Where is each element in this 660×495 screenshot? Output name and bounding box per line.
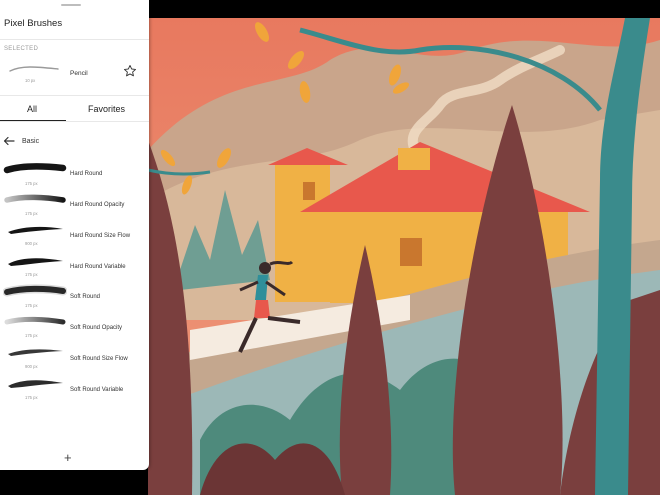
brush-name: Hard Round Variable [70,264,126,270]
section-title: Basic [22,138,40,145]
brush-size: 175 px [25,211,38,216]
brush-name: Hard Round Size Flow [70,233,131,239]
brush-size: 175 px [25,303,38,308]
brush-name: Soft Round [70,294,101,300]
brush-name: Soft Round Variable [70,387,124,393]
brush-stroke-preview [4,316,66,325]
selected-brush-stroke-preview [9,66,59,72]
panel-drag-handle[interactable] [61,4,81,6]
brush-size: 175 px [25,181,38,186]
tab-favorites[interactable]: Favorites [88,104,125,114]
brush-stroke-preview [8,226,63,234]
brush-stroke-preview [8,258,63,266]
selected-label: SELECTED [4,46,39,52]
brush-name: Soft Round Size Flow [70,356,128,362]
brush-size: 900 px [25,364,38,369]
brush-size: 900 px [25,241,38,246]
brushes-panel: Pixel Brushes SELECTED 10 px Pencil All … [0,0,149,470]
brush-name: Soft Round Opacity [70,325,123,331]
brush-name: Hard Round [70,171,103,177]
panel-title: Pixel Brushes [4,18,63,29]
plus-icon[interactable]: + [64,451,72,464]
selected-brush-name: Pencil [70,70,88,77]
brush-size: 175 px [25,272,38,277]
brush-stroke-preview [4,194,66,203]
arrow-left-icon[interactable] [3,136,15,146]
tab-all[interactable]: All [27,104,37,114]
divider [0,121,149,122]
brush-stroke-preview [3,163,67,174]
star-icon[interactable] [123,64,137,78]
brush-size: 175 px [25,395,38,400]
selected-brush-size: 10 px [25,78,36,83]
divider [0,95,149,96]
brush-stroke-preview [8,349,63,356]
brush-stroke-preview [8,380,63,388]
brush-stroke-preview [3,284,67,297]
brush-name: Hard Round Opacity [70,202,125,208]
divider [0,39,149,40]
brush-size: 175 px [25,333,38,338]
